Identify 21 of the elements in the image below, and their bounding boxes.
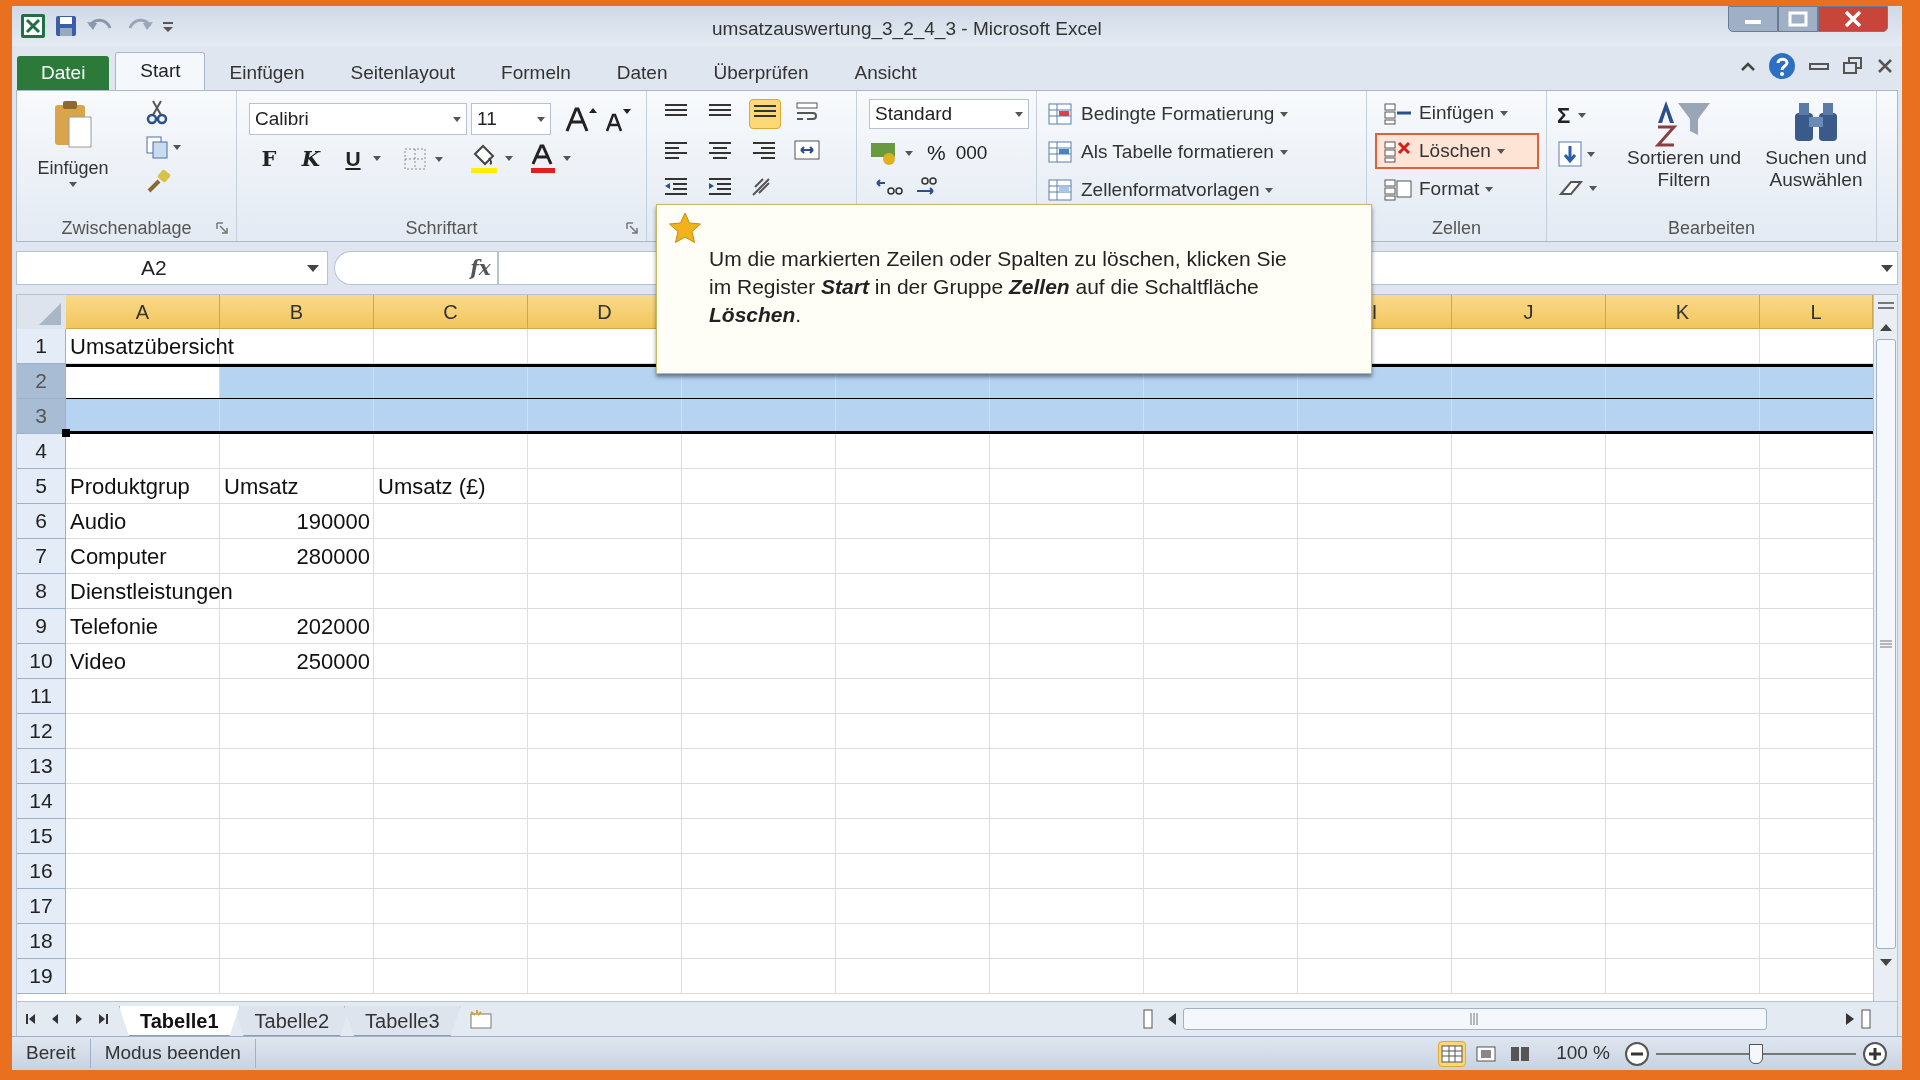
status-text: Modus beenden xyxy=(90,1039,256,1068)
cell-text: Produktgrup xyxy=(70,472,190,501)
cell-text: 202000 xyxy=(296,612,370,641)
group-label: Bearbeiten xyxy=(1667,216,1756,240)
group-label: Zwischenablage xyxy=(61,216,192,240)
cell-text: Video xyxy=(70,647,126,676)
cell-text: Umsatz (£) xyxy=(378,472,486,501)
cell-text: Umsatz xyxy=(224,472,299,501)
tooltip-text: Um die markierten Zeilen oder Spalten zu löschen, klicken Sie im Register Start in der Gruppe Zellen auf die Schaltfläche Löschen. xyxy=(709,246,1287,328)
cell-text: Dienstleistungen xyxy=(70,577,233,606)
cell-text: 280000 xyxy=(296,542,370,571)
cell-text: Umsatzübersicht xyxy=(70,332,234,361)
cell-text: 190000 xyxy=(296,507,370,536)
cell-text: Computer xyxy=(70,542,167,571)
group-label: Zellen xyxy=(1432,216,1481,240)
cell-text: Telefonie xyxy=(70,612,159,641)
window-title: umsatzauswertung_3_2_4_3 - Microsoft Excel xyxy=(712,17,1102,42)
status-text: Bereit xyxy=(12,1039,91,1068)
cell-text: 250000 xyxy=(296,647,370,676)
group-label: Schriftart xyxy=(405,216,478,240)
cell-text: Audio xyxy=(70,507,127,536)
